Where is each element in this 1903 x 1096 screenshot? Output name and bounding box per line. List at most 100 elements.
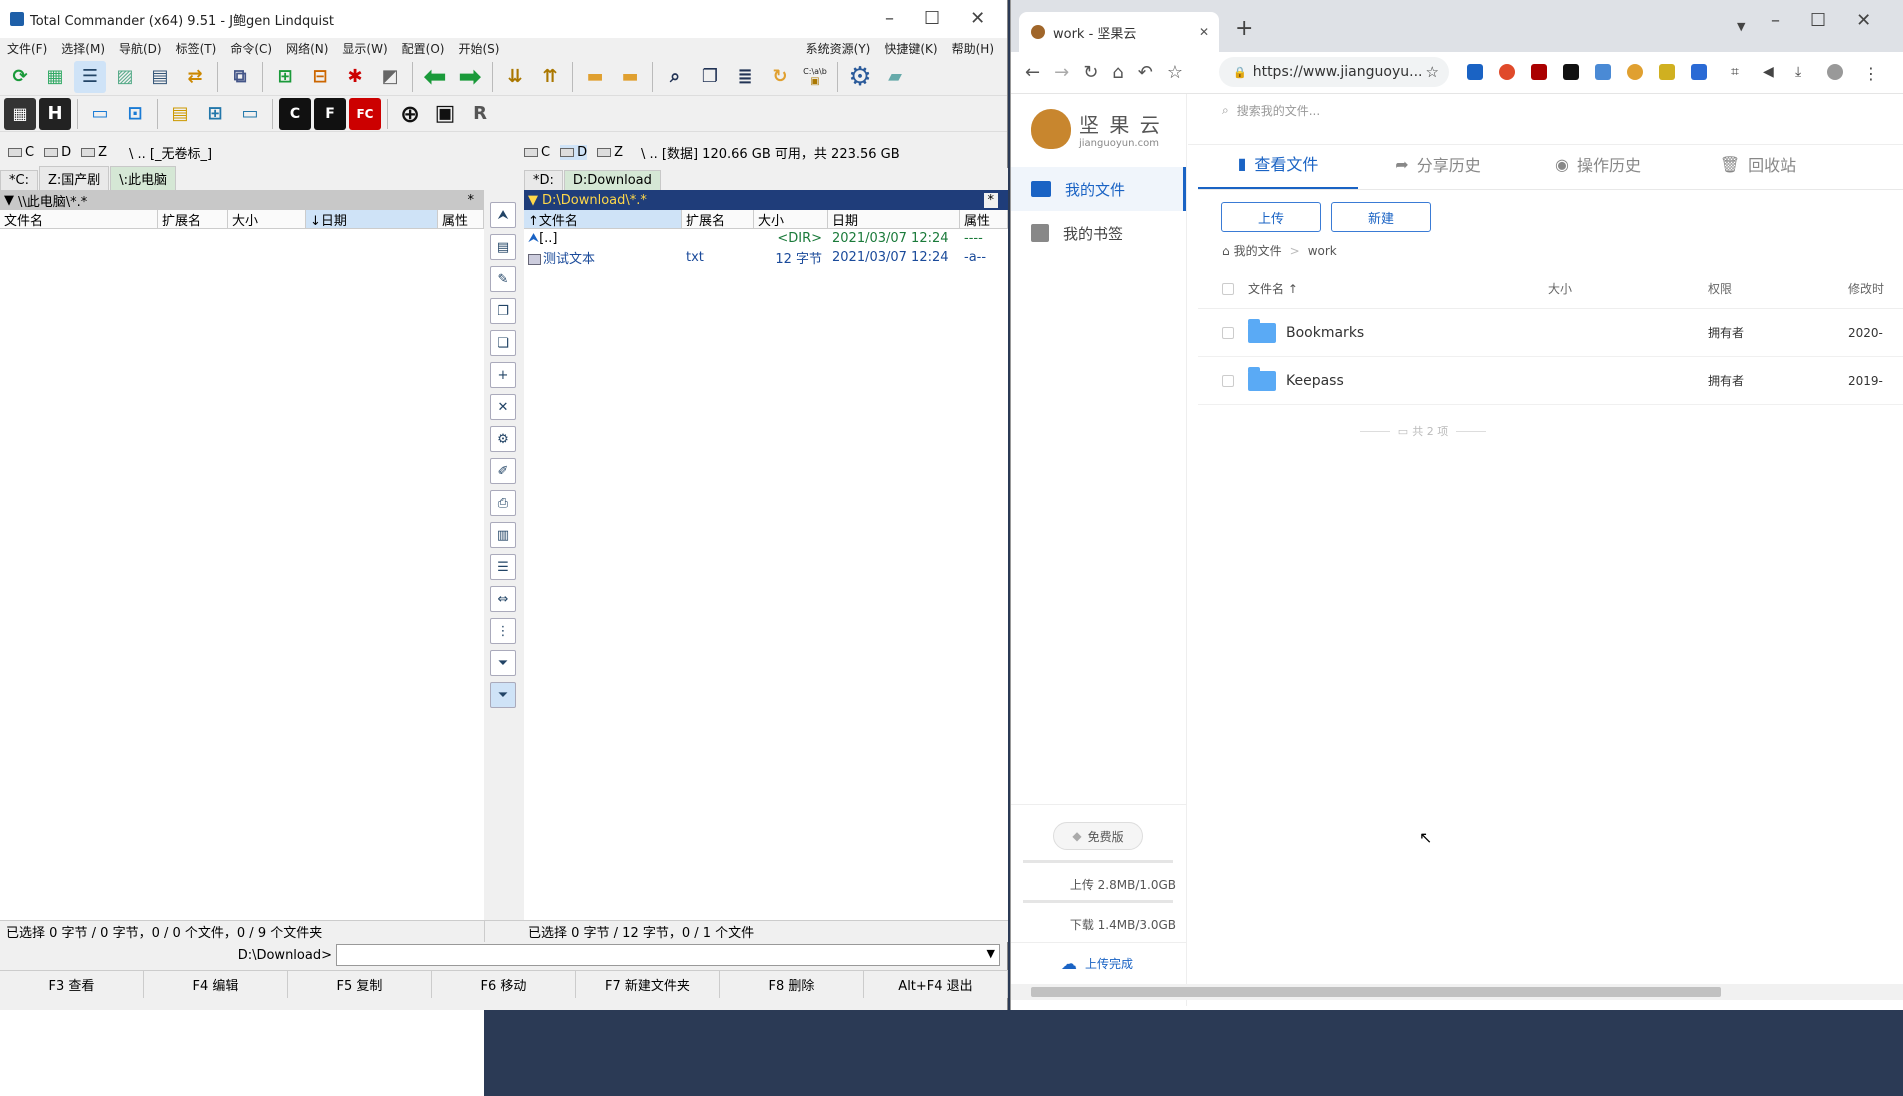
breadcrumb-work[interactable]: work: [1308, 244, 1337, 258]
menu-hotkeys[interactable]: 快捷键(K): [877, 40, 944, 57]
star-icon[interactable]: ☆: [1167, 62, 1183, 83]
network-icon[interactable]: ⊞: [199, 98, 231, 130]
left-filter[interactable]: *: [468, 193, 475, 208]
col-size[interactable]: 大小: [228, 210, 306, 228]
ext-icon[interactable]: [1499, 64, 1515, 80]
logo[interactable]: 坚 果 云 jianguoyun.com: [1011, 94, 1186, 164]
search-icon[interactable]: ⌕: [659, 61, 691, 93]
undo-icon[interactable]: ↶: [1138, 62, 1153, 83]
file-name[interactable]: Bookmarks: [1286, 325, 1364, 341]
table-row[interactable]: [桌面] <DIR>: [0, 381, 484, 400]
tab-recycle-bin[interactable]: 🗑 回收站: [1678, 139, 1838, 189]
copy-path-icon[interactable]: C:\a\b ▣: [799, 61, 831, 93]
drive-d-button-right[interactable]: D: [560, 144, 588, 160]
tree-view-icon[interactable]: ▤: [144, 61, 176, 93]
close-button[interactable]: ✕: [1856, 10, 1871, 31]
select-all-checkbox[interactable]: [1222, 282, 1234, 295]
minimize-button[interactable]: –: [1771, 10, 1780, 31]
cookie-icon[interactable]: [1627, 64, 1643, 80]
alt-f4-exit-button[interactable]: Alt+F4 退出: [864, 971, 1008, 998]
f6-move-button[interactable]: F6 移动: [432, 971, 576, 998]
compare-icon[interactable]: ⧉: [224, 61, 256, 93]
menu-help[interactable]: 帮助(H): [945, 40, 1001, 57]
settings-gear-icon[interactable]: ⚙: [844, 61, 876, 93]
back-icon[interactable]: ⬅: [419, 60, 451, 93]
horizontal-scrollbar[interactable]: [1011, 984, 1903, 1000]
table-row[interactable]: [图片] <DIR>: [0, 305, 484, 324]
maximize-button[interactable]: ☐: [924, 8, 940, 29]
filter-icon[interactable]: ⏷: [490, 650, 516, 676]
table-row[interactable]: Bookmarks 拥有者 2020-: [1198, 309, 1903, 357]
drive-z-button-right[interactable]: Z: [597, 145, 623, 160]
right-filter[interactable]: *: [983, 192, 998, 208]
brief-view-icon[interactable]: ▦: [39, 61, 71, 93]
f4-edit-button[interactable]: F4 编辑: [144, 971, 288, 998]
list-view-icon[interactable]: ☰: [490, 554, 516, 580]
f3-view-button[interactable]: F3 查看: [0, 971, 144, 998]
refresh-icon[interactable]: ⟳: [4, 61, 36, 93]
copy-file-icon[interactable]: ❐: [490, 298, 516, 324]
sidebar-item-bookmarks[interactable]: 我的书签: [1011, 211, 1186, 255]
ext-icon[interactable]: [1659, 64, 1675, 80]
close-button[interactable]: ✕: [970, 8, 985, 29]
breadcrumb-my-files[interactable]: 我的文件: [1234, 242, 1282, 259]
edit-file-icon[interactable]: ✎: [490, 266, 516, 292]
upload-done-status[interactable]: ☁ 上传完成: [1061, 954, 1133, 973]
table-row[interactable]: [D:] <120.66 GB / 223.56 GB >: [0, 248, 484, 267]
table-row[interactable]: 测试文本 txt 12 字节 2021/03/07 12:24 -a--: [524, 248, 1008, 267]
f5-copy-button[interactable]: F5 复制: [288, 971, 432, 998]
col-name[interactable]: ↑文件名: [524, 210, 682, 228]
print-icon[interactable]: ⎙: [490, 490, 516, 516]
col-size[interactable]: 大小: [754, 210, 828, 228]
new-folder-icon[interactable]: ▬: [614, 61, 646, 93]
laptop-icon[interactable]: ⊡: [119, 98, 151, 130]
table-row[interactable]: ⮝[..] <DIR> 2021/03/07 12:24 ----: [524, 229, 1008, 248]
ublock-icon[interactable]: [1531, 64, 1547, 80]
filter-all-icon[interactable]: ⏷: [490, 682, 516, 708]
drive-z-button[interactable]: Z: [81, 145, 107, 160]
unpack-icon[interactable]: ⇈: [534, 61, 566, 93]
table-row[interactable]: [Z:] <551.18 GB / 3.63 TB >: [0, 267, 484, 286]
move-file-icon[interactable]: ❏: [490, 330, 516, 356]
col-size[interactable]: 大小: [1548, 280, 1708, 297]
pack-icon[interactable]: ⇊: [499, 61, 531, 93]
f7-new-folder-button[interactable]: F7 新建文件夹: [576, 971, 720, 998]
desktop-icon[interactable]: ▭: [84, 98, 116, 130]
view-file-icon[interactable]: ▤: [490, 234, 516, 260]
menu-commands[interactable]: 命令(C): [223, 40, 279, 57]
select-all-icon[interactable]: ✱: [339, 61, 371, 93]
table-row[interactable]: [音乐] <DIR>: [0, 362, 484, 381]
table-row[interactable]: [C:] <230.77 GB / 464.54 GB >: [0, 229, 484, 248]
ext-icon[interactable]: [1563, 64, 1579, 80]
left-path-bar[interactable]: ▼ \\此电脑\*.* *: [0, 190, 484, 210]
drive-d-button[interactable]: D: [44, 145, 71, 160]
mute-icon[interactable]: ◀: [1763, 64, 1779, 80]
menu-tabs[interactable]: 标签(T): [169, 40, 224, 57]
tab-share-history[interactable]: ➦ 分享历史: [1358, 139, 1518, 189]
upload-button[interactable]: 上传: [1221, 202, 1321, 232]
download-icon[interactable]: ⤓: [1795, 64, 1811, 80]
forward-icon[interactable]: →: [1054, 62, 1069, 83]
home-icon[interactable]: ⌂: [1112, 62, 1123, 83]
reload-icon[interactable]: ↻: [1083, 62, 1098, 83]
tab-operation-history[interactable]: ◉ 操作历史: [1518, 139, 1678, 189]
file-name[interactable]: Keepass: [1286, 373, 1344, 389]
table-row[interactable]: [下载] <DIR>: [0, 343, 484, 362]
regex-icon[interactable]: R: [464, 98, 496, 130]
notepad-icon[interactable]: ▰: [879, 61, 911, 93]
select-plus-icon[interactable]: ⊞: [269, 61, 301, 93]
new-file-icon[interactable]: ⊕: [394, 98, 426, 130]
forward-icon[interactable]: ➡: [454, 60, 486, 93]
col-name[interactable]: 文件名: [0, 210, 158, 228]
fc-icon[interactable]: FC: [349, 97, 381, 130]
row-checkbox[interactable]: [1222, 374, 1234, 387]
menu-view[interactable]: 显示(W): [335, 40, 394, 57]
f8-delete-button[interactable]: F8 删除: [720, 971, 864, 998]
folder-icon[interactable]: ▬: [579, 61, 611, 93]
c-drive-icon[interactable]: C: [279, 97, 311, 130]
left-tab-c[interactable]: *C:: [0, 170, 38, 190]
left-tab-this-pc[interactable]: \:此电脑: [110, 166, 177, 190]
maximize-button[interactable]: ☐: [1810, 10, 1826, 31]
right-tab-d[interactable]: *D:: [524, 170, 563, 190]
ext-icon[interactable]: [1691, 64, 1707, 80]
